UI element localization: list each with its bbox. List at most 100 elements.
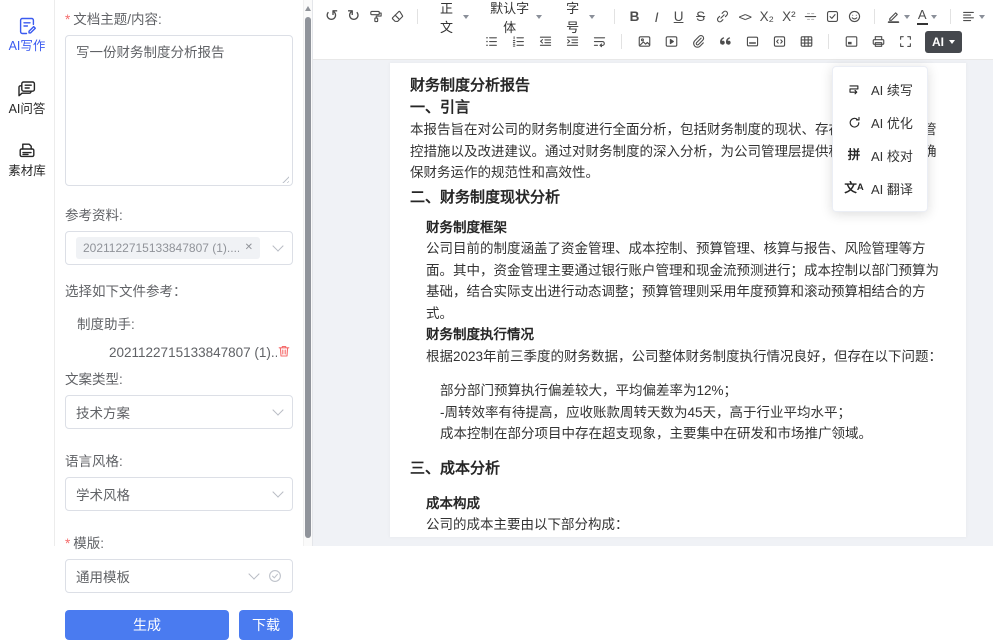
blockquote-button[interactable] [712, 30, 738, 53]
material-library-icon [17, 141, 37, 161]
doc-block[interactable]: 公司目前的制度涵盖了资金管理、成本控制、预算管理、核算与报告、风险管理等方面。其… [426, 238, 946, 324]
bold-button[interactable]: B [624, 5, 645, 28]
doc-block[interactable]: -周转效率有待提高，应收账款周转天数为45天，高于行业平均水平； [440, 402, 946, 424]
fullscreen-icon [898, 34, 913, 49]
ai-menu-item[interactable]: AI 优化 [833, 106, 927, 139]
sidebar-item-material-library[interactable]: 素材库 [8, 141, 46, 178]
highlight-pen-button[interactable] [884, 5, 912, 28]
outdent-button[interactable] [532, 30, 558, 53]
align-icon [961, 9, 976, 24]
topic-textarea[interactable]: 写一份财务制度分析报告 [65, 35, 293, 186]
reference-label: 参考资料: [65, 204, 293, 224]
delete-file-button[interactable] [277, 344, 291, 361]
ai-menu-item[interactable]: 拼AI 校对 [833, 139, 927, 172]
attachment-button[interactable] [685, 30, 711, 53]
todo-checkbox-button[interactable] [822, 5, 843, 28]
template-select[interactable]: 通用模板 [65, 559, 293, 593]
sidebar-item-ai-writing[interactable]: AI写作 [9, 16, 46, 53]
inline-code-button[interactable]: <> [734, 5, 755, 28]
superscript-button[interactable]: X² [778, 5, 799, 28]
style-label: 语言风格: [65, 450, 293, 470]
ai-menu-item[interactable]: 文A AI 翻译 [833, 172, 927, 205]
strikethrough-icon: S [696, 9, 705, 24]
indent-button[interactable] [559, 30, 585, 53]
toolbar-separator [828, 34, 829, 49]
bullet-list-button[interactable] [478, 30, 504, 53]
selected-file-row: 2021122715133847807 (1).... [109, 344, 293, 361]
underline-button[interactable]: U [668, 5, 689, 28]
download-button[interactable]: 下载 [239, 610, 293, 640]
form-panel-scrollbar[interactable] [303, 0, 312, 546]
video-button[interactable] [658, 30, 684, 53]
divider-button[interactable] [739, 30, 765, 53]
undo-icon: ↺ [325, 9, 338, 25]
required-marker: * [65, 12, 70, 27]
embed-panel-button[interactable] [838, 30, 864, 53]
format-painter-button[interactable] [365, 5, 386, 28]
format-painter-icon [368, 9, 383, 24]
link-button[interactable] [712, 5, 733, 28]
eraser-button[interactable] [387, 5, 408, 28]
strikethrough-button[interactable]: S [690, 5, 711, 28]
caret-down-icon [463, 15, 469, 19]
subscript-button[interactable]: X₂ [756, 5, 777, 28]
language-style-select[interactable]: 学术风格 [65, 477, 293, 511]
doc-block[interactable]: 财务制度框架 [426, 217, 946, 239]
generate-button[interactable]: 生成 [65, 610, 229, 640]
tag-remove-icon[interactable]: ✕ [245, 243, 253, 253]
ai-menu-item-label: AI 翻译 [871, 179, 913, 198]
ai-dropdown-menu: AI 续写AI 优化拼AI 校对文A AI 翻译 [832, 66, 928, 212]
validate-success-icon [268, 569, 282, 583]
code-block-button[interactable] [766, 30, 792, 53]
doc-type-select[interactable]: 技术方案 [65, 395, 293, 429]
doc-block[interactable]: 财务制度执行情况 [426, 324, 946, 346]
align-button[interactable] [960, 5, 988, 28]
doc-block[interactable]: 根据2023年前三季度的财务数据，公司整体财务制度执行情况良好，但存在以下问题： [426, 346, 946, 368]
scrollbar-up-arrow-icon[interactable] [305, 6, 311, 11]
reference-select[interactable]: 2021122715133847807 (1)....✕ [65, 231, 293, 265]
doc-block[interactable]: 公司的成本主要由以下部分构成： [426, 514, 946, 536]
redo-button[interactable]: ↻ [343, 5, 364, 28]
template-label: *模版: [65, 532, 293, 552]
image-button[interactable] [631, 30, 657, 53]
italic-button[interactable]: I [646, 5, 667, 28]
emoji-button[interactable] [844, 5, 865, 28]
ai-writing-icon [17, 16, 37, 36]
doc-block[interactable]: 成本构成 [426, 493, 946, 515]
line-wrap-button[interactable] [586, 30, 612, 53]
ai-menu-button[interactable]: AI [925, 31, 962, 53]
ai-continue-icon [846, 82, 862, 97]
todo-checkbox-icon [825, 9, 840, 24]
redo-icon: ↻ [347, 9, 360, 25]
font-family-select[interactable]: 默认字体 [480, 5, 553, 28]
paragraph-style-select[interactable]: 正文 [427, 5, 479, 28]
table-button[interactable] [793, 30, 819, 53]
toolbar-separator [621, 34, 622, 49]
sidebar-item-ai-qa[interactable]: AI问答 [9, 79, 46, 116]
fullscreen-button[interactable] [892, 30, 918, 53]
ai-translate-icon: 文A [846, 182, 862, 195]
caret-down-icon [931, 15, 937, 19]
print-button[interactable] [865, 30, 891, 53]
attachment-icon [691, 34, 706, 49]
ordered-list-button[interactable] [505, 30, 531, 53]
bullet-list-icon [484, 34, 499, 49]
file-group-label: 制度助手: [77, 313, 293, 333]
inline-code-icon: <> [739, 10, 751, 24]
font-size-select[interactable]: 字号 [553, 5, 605, 28]
outdent-icon [538, 34, 553, 49]
ai-menu-item[interactable]: AI 续写 [833, 73, 927, 106]
chevron-down-icon [272, 240, 283, 251]
horizontal-rule-button[interactable] [800, 5, 821, 28]
caret-down-icon [589, 15, 595, 19]
scrollbar-thumb[interactable] [305, 17, 311, 538]
bold-icon: B [630, 9, 640, 24]
doc-block[interactable]: 三、成本分析 [410, 458, 946, 480]
file-section-label: 选择如下文件参考： [65, 280, 293, 300]
font-color-button[interactable]: A [913, 5, 941, 28]
caret-down-icon [536, 15, 542, 19]
reference-file-tag[interactable]: 2021122715133847807 (1)....✕ [76, 237, 260, 259]
doc-block[interactable]: 部分部门预算执行偏差较大，平均偏差率为12%； [440, 380, 946, 402]
undo-button[interactable]: ↺ [321, 5, 342, 28]
doc-block[interactable]: 成本控制在部分项目中存在超支现象，主要集中在研发和市场推广领域。 [440, 423, 946, 445]
